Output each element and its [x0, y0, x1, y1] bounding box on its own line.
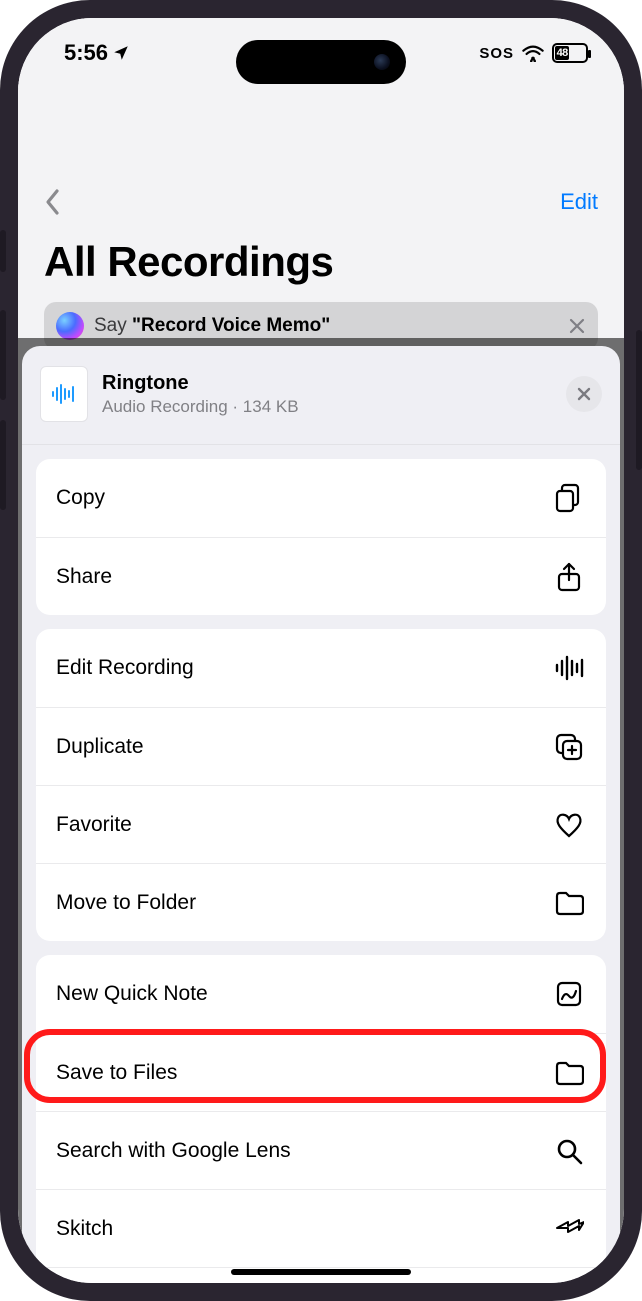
close-sheet-button[interactable] [566, 376, 602, 412]
action-label: New Quick Note [56, 982, 208, 1006]
waveform-icon [552, 653, 586, 683]
action-label: Share [56, 565, 112, 589]
action-group: New Quick Note Save to Files Search with G… [36, 955, 606, 1283]
wifi-icon [522, 44, 544, 62]
sheet-file-name: Ringtone [102, 372, 552, 395]
file-thumbnail [40, 366, 88, 422]
action-label: Favorite [56, 813, 132, 837]
edit-button[interactable]: Edit [560, 189, 598, 215]
power-button [636, 330, 642, 470]
folder-icon [552, 1058, 586, 1088]
home-indicator[interactable] [231, 1269, 411, 1275]
action-share[interactable]: Share [36, 537, 606, 615]
quicknote-icon [552, 979, 586, 1009]
action-favorite[interactable]: Favorite [36, 785, 606, 863]
sheet-file-subtitle: Audio Recording · 134 KB [102, 397, 552, 417]
action-group: Copy Share [36, 459, 606, 615]
action-edit-recording[interactable]: Edit Recording [36, 629, 606, 707]
action-label: Skitch [56, 1217, 113, 1241]
battery-icon: 48 [552, 43, 588, 63]
share-sheet: Ringtone Audio Recording · 134 KB Copy Sh… [22, 346, 620, 1283]
phone-frame: 5:56 SOS 48 [0, 0, 642, 1301]
close-icon[interactable] [568, 317, 586, 335]
siri-tip-text: Say "Record Voice Memo" [94, 315, 330, 337]
close-icon [576, 386, 592, 402]
waveform-icon [50, 384, 78, 404]
location-icon [112, 44, 130, 62]
back-chevron-icon[interactable] [44, 188, 62, 216]
action-label: Copy [56, 486, 105, 510]
skitch-icon [552, 1214, 586, 1244]
status-time: 5:56 [64, 40, 108, 66]
heart-icon [552, 810, 586, 840]
action-new-quick-note[interactable]: New Quick Note [36, 955, 606, 1033]
status-sos: SOS [479, 45, 514, 62]
sheet-header: Ringtone Audio Recording · 134 KB [22, 346, 620, 445]
page-title: All Recordings [44, 238, 598, 286]
action-label: Search with Google Lens [56, 1139, 291, 1163]
sheet-body[interactable]: Copy Share Edit Recording Duplicate Favorite… [22, 445, 620, 1283]
dynamic-island [236, 40, 406, 84]
mute-switch [0, 230, 6, 272]
action-label: Save to Files [56, 1061, 177, 1085]
action-save-to-files[interactable]: Save to Files [36, 1033, 606, 1111]
share-icon [552, 562, 586, 592]
folder-icon [552, 888, 586, 918]
action-group: Edit Recording Duplicate Favorite Move to F… [36, 629, 606, 941]
search-icon [552, 1136, 586, 1166]
action-move-to-folder[interactable]: Move to Folder [36, 863, 606, 941]
copy-icon [552, 483, 586, 513]
action-label: Move to Folder [56, 891, 196, 915]
volume-up [0, 310, 6, 400]
action-label: Duplicate [56, 735, 144, 759]
siri-icon [56, 312, 84, 340]
action-copy[interactable]: Copy [36, 459, 606, 537]
volume-down [0, 420, 6, 510]
action-skitch[interactable]: Skitch [36, 1189, 606, 1267]
front-camera [374, 54, 390, 70]
duplicate-icon [552, 732, 586, 762]
screen: 5:56 SOS 48 [18, 18, 624, 1283]
battery-percent: 48 [555, 46, 569, 60]
action-search-with-google-lens[interactable]: Search with Google Lens [36, 1111, 606, 1189]
action-duplicate[interactable]: Duplicate [36, 707, 606, 785]
action-label: Edit Recording [56, 656, 194, 680]
